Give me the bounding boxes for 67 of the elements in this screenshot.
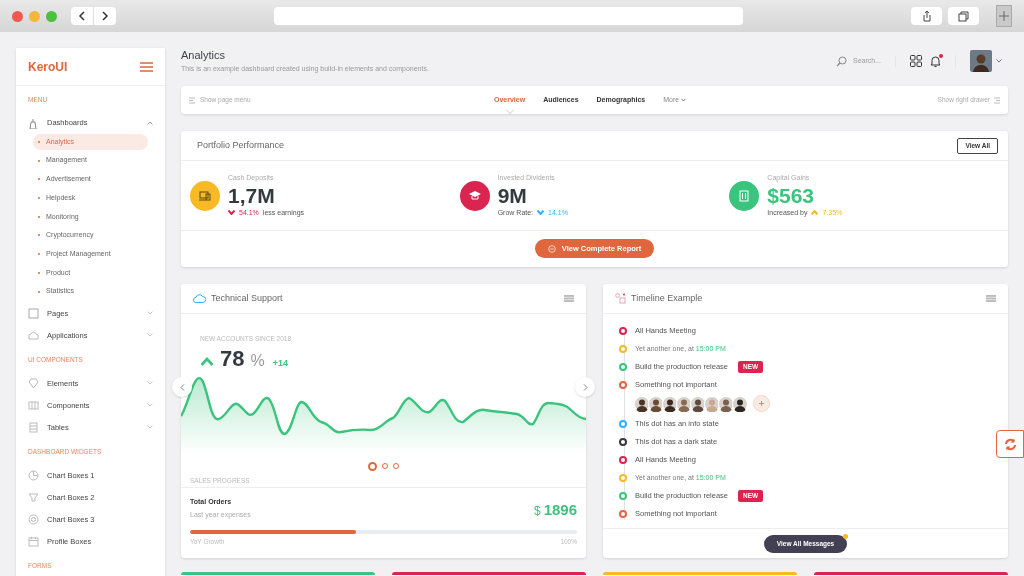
menu-icon xyxy=(994,96,1000,104)
target-icon xyxy=(28,513,39,525)
stat-value: 9M xyxy=(497,183,528,208)
logo: KeroUI xyxy=(28,58,68,76)
nodes-icon xyxy=(615,293,626,304)
grid-icon[interactable] xyxy=(910,55,922,67)
refresh-icon xyxy=(1003,437,1017,451)
avatar xyxy=(676,395,692,412)
stat-change: +14 xyxy=(272,357,288,370)
box-icon xyxy=(28,329,39,341)
previous-button[interactable] xyxy=(172,377,192,397)
minus-circle-icon xyxy=(547,244,556,253)
clock-icon xyxy=(28,469,39,481)
avatar xyxy=(648,395,664,412)
search-icon xyxy=(836,55,847,67)
avatar xyxy=(690,395,706,412)
plus-icon xyxy=(999,11,1010,21)
stat-value: $563 xyxy=(767,183,816,208)
caret-icon[interactable] xyxy=(996,59,1002,63)
card-title: Technical Support xyxy=(211,291,283,305)
menu-icon xyxy=(189,96,195,104)
page-icon xyxy=(28,307,39,319)
tabs-icon xyxy=(958,10,970,22)
next-button[interactable] xyxy=(575,377,595,397)
bell-icon[interactable] xyxy=(930,54,941,68)
card-title: Portfolio Performance xyxy=(197,138,285,152)
avatar xyxy=(732,395,748,412)
menu-icon[interactable] xyxy=(564,295,574,302)
menu-icon[interactable] xyxy=(140,61,153,72)
add-avatar-button[interactable] xyxy=(753,395,770,412)
refresh-button[interactable] xyxy=(996,430,1024,458)
tabs-button[interactable] xyxy=(948,7,980,25)
minimize-window-control[interactable] xyxy=(29,10,40,22)
columns-icon xyxy=(28,399,39,411)
funnel-icon xyxy=(28,491,39,503)
caret-up-icon xyxy=(200,357,214,366)
chevron-left-icon xyxy=(179,383,185,391)
calendar-icon xyxy=(28,535,39,547)
share-button[interactable] xyxy=(911,7,943,25)
menu-icon[interactable] xyxy=(986,295,996,302)
table-icon xyxy=(28,421,39,433)
chevron-down-icon xyxy=(681,98,687,102)
currency-symbol: $ xyxy=(533,503,541,520)
stat-value: 78 xyxy=(220,348,245,370)
bell-icon xyxy=(28,117,39,129)
page-title: Analytics xyxy=(181,48,227,62)
new-tab-button[interactable] xyxy=(996,5,1012,27)
cloud-icon xyxy=(193,294,206,303)
card-title: Timeline Example xyxy=(631,291,703,305)
orders-amount: 1896 xyxy=(543,500,577,520)
chevron-right-icon xyxy=(582,383,588,391)
stat-unit: % xyxy=(250,353,265,369)
diamond-icon xyxy=(28,377,39,389)
avatar xyxy=(704,395,720,412)
avatar xyxy=(718,395,734,412)
stat-value: 1,7M xyxy=(228,183,276,208)
chevron-right-icon xyxy=(101,11,109,21)
plus-icon xyxy=(759,401,764,406)
avatar[interactable] xyxy=(970,50,992,72)
zoom-window-control[interactable] xyxy=(46,10,57,22)
back-button[interactable] xyxy=(71,7,93,25)
share-icon xyxy=(921,10,932,22)
avatar xyxy=(634,395,650,412)
avatar xyxy=(662,395,678,412)
chevron-left-icon xyxy=(78,11,86,21)
close-window-control[interactable] xyxy=(12,10,23,22)
forward-button[interactable] xyxy=(94,7,116,25)
